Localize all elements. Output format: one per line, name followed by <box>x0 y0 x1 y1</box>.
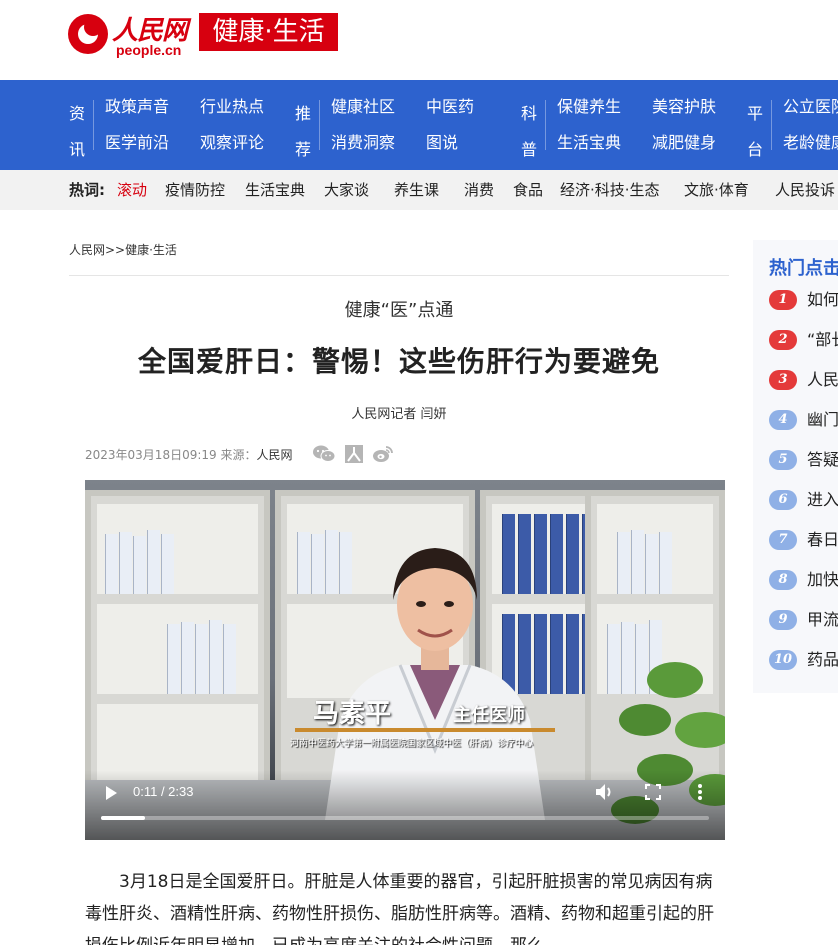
hot-word-link[interactable]: 经济·科技·生态 <box>560 180 660 200</box>
source-label: 来源： <box>220 448 257 462</box>
sidebar-item-text[interactable]: 进入 <box>807 490 838 510</box>
sidebar-item-text[interactable]: 答疑 <box>807 450 838 470</box>
hot-clicks-panel: 热门点击 1 如何 2 “部长 3 人民 4 幽门 5 答疑 6 进入 7 春日… <box>753 240 838 693</box>
rank-badge: 3 <box>769 370 797 390</box>
video-progress-fill <box>101 816 145 820</box>
fullscreen-icon[interactable] <box>645 783 661 801</box>
sidebar-item-text[interactable]: 春日 <box>807 530 838 550</box>
column-name: 健康“医”点通 <box>344 300 454 321</box>
nav-link[interactable]: 生活宝典 <box>557 133 621 153</box>
nav-link[interactable]: 中医药 <box>426 97 474 117</box>
nav-link[interactable]: 老龄健康 <box>783 133 838 153</box>
more-options-icon[interactable] <box>695 782 705 802</box>
video-caption-org: 河南中医药大学第一附属医院国家区域中医（肝病）诊疗中心 <box>290 739 534 749</box>
rank-badge: 2 <box>769 330 797 350</box>
video-progress-bar[interactable] <box>101 816 709 820</box>
hot-word-link[interactable]: 人民投诉 <box>775 180 835 200</box>
channel-logo[interactable]: 健康·生活 <box>199 13 338 51</box>
hot-words-bar: 热词: 滚动 疫情防控 生活宝典 大家谈 养生课 消费 食品 经济·科技·生态 … <box>0 170 838 210</box>
breadcrumb[interactable]: 人民网>>健康·生活 <box>69 241 177 258</box>
hot-word-link[interactable]: 滚动 <box>117 180 147 200</box>
nav-link[interactable]: 公立医院 <box>783 97 838 117</box>
source-link[interactable]: 人民网 <box>257 448 293 462</box>
rank-badge: 8 <box>769 570 797 590</box>
nav-category-label: 平台 <box>746 104 763 159</box>
sidebar-item-text[interactable]: 甲流 <box>807 610 838 630</box>
main-nav: 资讯 政策声音 行业热点 医学前沿 观察评论 推荐 健康社区 中医药 消费洞察 … <box>0 80 838 170</box>
nav-divider <box>771 100 772 150</box>
video-player[interactable]: 马素平 主任医师 河南中医药大学第一附属医院国家区域中医（肝病）诊疗中心 0:1… <box>85 480 725 840</box>
nav-link[interactable]: 医学前沿 <box>105 133 169 153</box>
nav-link[interactable]: 保健养生 <box>557 97 621 117</box>
publish-date: 2023年03月18日09:19 <box>85 448 217 462</box>
hot-word-link[interactable]: 养生课 <box>394 180 439 200</box>
nav-link[interactable]: 减肥健身 <box>652 133 716 153</box>
nav-link[interactable]: 观察评论 <box>200 133 264 153</box>
hot-word-link[interactable]: 文旅·体育 <box>684 180 749 200</box>
nav-link[interactable]: 图说 <box>426 133 458 153</box>
rank-badge: 7 <box>769 530 797 550</box>
article-title: 全国爱肝日：警惕！这些伤肝行为要避免 <box>137 345 660 378</box>
site-logo[interactable]: 人民网 people.cn <box>68 8 193 58</box>
nav-divider <box>93 100 94 150</box>
rank-badge: 1 <box>769 290 797 310</box>
hot-word-link[interactable]: 食品 <box>513 180 543 200</box>
rank-badge: 10 <box>769 650 797 670</box>
nav-category: 推荐 <box>294 96 312 168</box>
rank-badge: 9 <box>769 610 797 630</box>
nav-link[interactable]: 政策声音 <box>105 97 169 117</box>
sidebar-title: 热门点击 <box>769 258 838 279</box>
article-author: 人民网记者 闫妍 <box>351 407 447 422</box>
video-caption-name: 马素平 <box>313 699 392 729</box>
bookshelf-graphic <box>85 490 270 810</box>
rank-badge: 4 <box>769 410 797 430</box>
volume-icon[interactable] <box>595 783 615 801</box>
people-share-icon[interactable] <box>344 444 364 464</box>
nav-link[interactable]: 健康社区 <box>331 97 395 117</box>
weibo-share-icon[interactable] <box>372 444 394 464</box>
nav-link[interactable]: 美容护肤 <box>652 97 716 117</box>
hot-word-link[interactable]: 大家谈 <box>324 180 369 200</box>
divider <box>69 275 729 276</box>
nav-link[interactable]: 行业热点 <box>200 97 264 117</box>
sidebar-item-text[interactable]: “部长 <box>807 330 838 350</box>
sidebar-item-text[interactable]: 加快 <box>807 570 838 590</box>
sidebar-item-text[interactable]: 如何 <box>807 290 838 310</box>
logo-domain: people.cn <box>116 42 182 58</box>
nav-category: 科普 <box>520 96 538 168</box>
sidebar-item-text[interactable]: 人民 <box>807 370 838 390</box>
hot-word-link[interactable]: 消费 <box>464 180 494 200</box>
nav-divider <box>545 100 546 150</box>
nav-category: 平台 <box>746 96 764 168</box>
nav-category-label: 资讯 <box>68 104 85 159</box>
hot-words-label: 热词: <box>69 181 105 199</box>
rank-badge: 5 <box>769 450 797 470</box>
article-body: 3月18日是全国爱肝日。肝脏是人体重要的器官，引起肝脏损害的常见病因有病毒性肝炎… <box>85 866 725 945</box>
sidebar-item-text[interactable]: 药品 <box>807 650 838 670</box>
article-paragraph: 3月18日是全国爱肝日。肝脏是人体重要的器官，引起肝脏损害的常见病因有病毒性肝炎… <box>85 872 714 945</box>
logo-mark <box>68 14 108 54</box>
article-meta: 2023年03月18日09:19 来源：人民网 <box>85 446 293 463</box>
wechat-share-icon[interactable] <box>312 444 336 464</box>
nav-category-label: 推荐 <box>294 104 311 159</box>
nav-category: 资讯 <box>68 96 86 168</box>
hot-word-link[interactable]: 生活宝典 <box>245 180 305 200</box>
nav-divider <box>319 100 320 150</box>
video-time: 0:11 / 2:33 <box>133 784 194 799</box>
sidebar-item-text[interactable]: 幽门 <box>807 410 838 430</box>
video-caption-role: 主任医师 <box>453 705 525 726</box>
site-header: 人民网 people.cn 健康·生活 <box>0 0 838 80</box>
video-controls <box>85 770 725 840</box>
nav-category-label: 科普 <box>520 104 537 159</box>
nav-link[interactable]: 消费洞察 <box>331 133 395 153</box>
play-icon[interactable] <box>103 785 119 801</box>
rank-badge: 6 <box>769 490 797 510</box>
hot-word-link[interactable]: 疫情防控 <box>165 180 225 200</box>
